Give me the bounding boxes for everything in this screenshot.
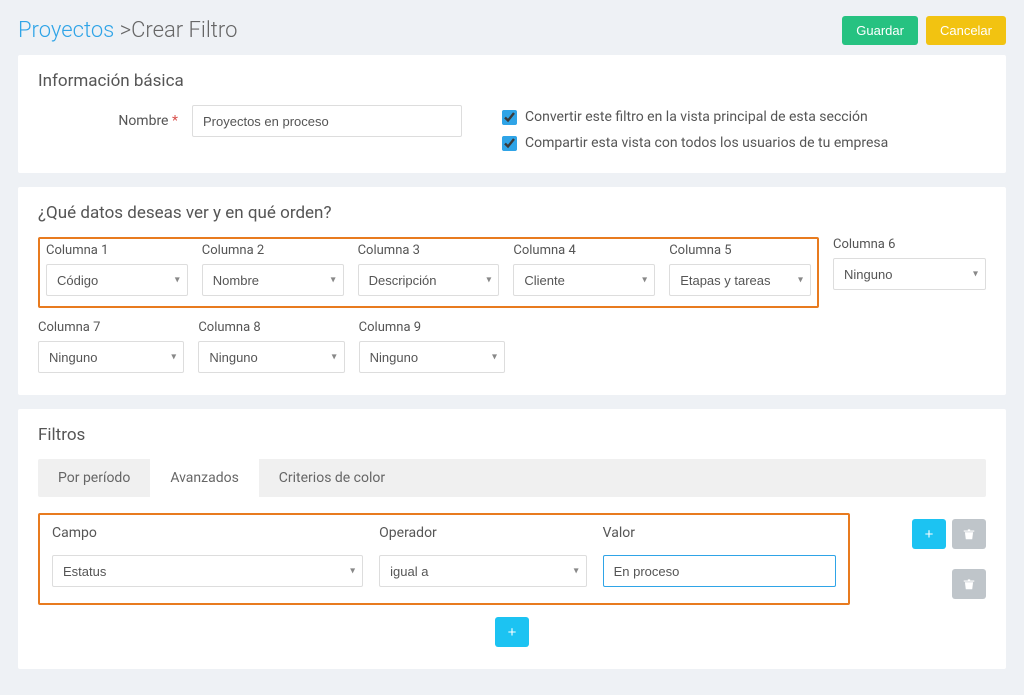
trash-icon: [962, 527, 976, 541]
name-label: Nombre *: [38, 113, 178, 129]
col-label-5: Columna 5: [669, 243, 811, 258]
trash-icon: [962, 577, 976, 591]
filter-highlight: Campo Operador Valor Estatus igual a: [38, 513, 850, 605]
save-button[interactable]: Guardar: [842, 16, 918, 45]
col-select-6[interactable]: Ninguno: [833, 258, 986, 290]
filter-header-operador: Operador: [379, 525, 586, 541]
section-title-columns: ¿Qué datos deseas ver y en qué orden?: [38, 203, 986, 223]
tab-color[interactable]: Criterios de color: [259, 459, 405, 497]
breadcrumb-sep: >: [120, 18, 131, 43]
checkbox-main-view-input[interactable]: [502, 110, 517, 125]
checkbox-share-input[interactable]: [502, 136, 517, 151]
filter-header-campo: Campo: [52, 525, 363, 541]
tab-avanzados[interactable]: Avanzados: [150, 459, 258, 497]
filter-header-valor: Valor: [603, 525, 836, 541]
filter-operador-select[interactable]: igual a: [379, 555, 586, 587]
col-label-1: Columna 1: [46, 243, 188, 258]
breadcrumb: Proyectos >Crear Filtro: [18, 18, 237, 43]
plus-icon: +: [925, 526, 934, 543]
tab-periodo[interactable]: Por período: [38, 459, 150, 497]
cancel-button[interactable]: Cancelar: [926, 16, 1006, 45]
delete-filter-header-button[interactable]: [952, 519, 986, 549]
col-label-9: Columna 9: [359, 320, 505, 335]
checkbox-main-view-label: Convertir este filtro en la vista princi…: [525, 109, 868, 125]
col-label-7: Columna 7: [38, 320, 184, 335]
filter-valor-input[interactable]: [603, 555, 836, 587]
panel-filters: Filtros Por período Avanzados Criterios …: [18, 409, 1006, 669]
section-title-filters: Filtros: [38, 425, 986, 445]
plus-icon: +: [508, 624, 517, 641]
col-select-1[interactable]: Código: [46, 264, 188, 296]
col-select-4[interactable]: Cliente: [513, 264, 655, 296]
col-label-4: Columna 4: [513, 243, 655, 258]
panel-columns: ¿Qué datos deseas ver y en qué orden? Co…: [18, 187, 1006, 395]
checkbox-main-view[interactable]: Convertir este filtro en la vista princi…: [502, 109, 888, 125]
col-select-7[interactable]: Ninguno: [38, 341, 184, 373]
breadcrumb-link[interactable]: Proyectos: [18, 18, 114, 43]
delete-filter-row-button[interactable]: [952, 569, 986, 599]
breadcrumb-current: Crear Filtro: [131, 18, 237, 43]
add-filter-row-button[interactable]: +: [495, 617, 529, 647]
filter-campo-select[interactable]: Estatus: [52, 555, 363, 587]
col-select-9[interactable]: Ninguno: [359, 341, 505, 373]
checkbox-share-label: Compartir esta vista con todos los usuar…: [525, 135, 888, 151]
col-select-3[interactable]: Descripción: [358, 264, 500, 296]
section-title-basic: Información básica: [38, 71, 986, 91]
add-filter-button[interactable]: +: [912, 519, 946, 549]
col-select-5[interactable]: Etapas y tareas: [669, 264, 811, 296]
col-select-8[interactable]: Ninguno: [198, 341, 344, 373]
col-label-2: Columna 2: [202, 243, 344, 258]
col-label-8: Columna 8: [198, 320, 344, 335]
col-label-3: Columna 3: [358, 243, 500, 258]
name-input[interactable]: [192, 105, 462, 137]
filter-tabs: Por período Avanzados Criterios de color: [38, 459, 986, 497]
col-select-2[interactable]: Nombre: [202, 264, 344, 296]
columns-highlight: Columna 1 Código Columna 2 Nombre Column…: [38, 237, 819, 308]
checkbox-share[interactable]: Compartir esta vista con todos los usuar…: [502, 135, 888, 151]
panel-basic-info: Información básica Nombre * Convertir es…: [18, 55, 1006, 173]
col-label-6: Columna 6: [833, 237, 986, 252]
